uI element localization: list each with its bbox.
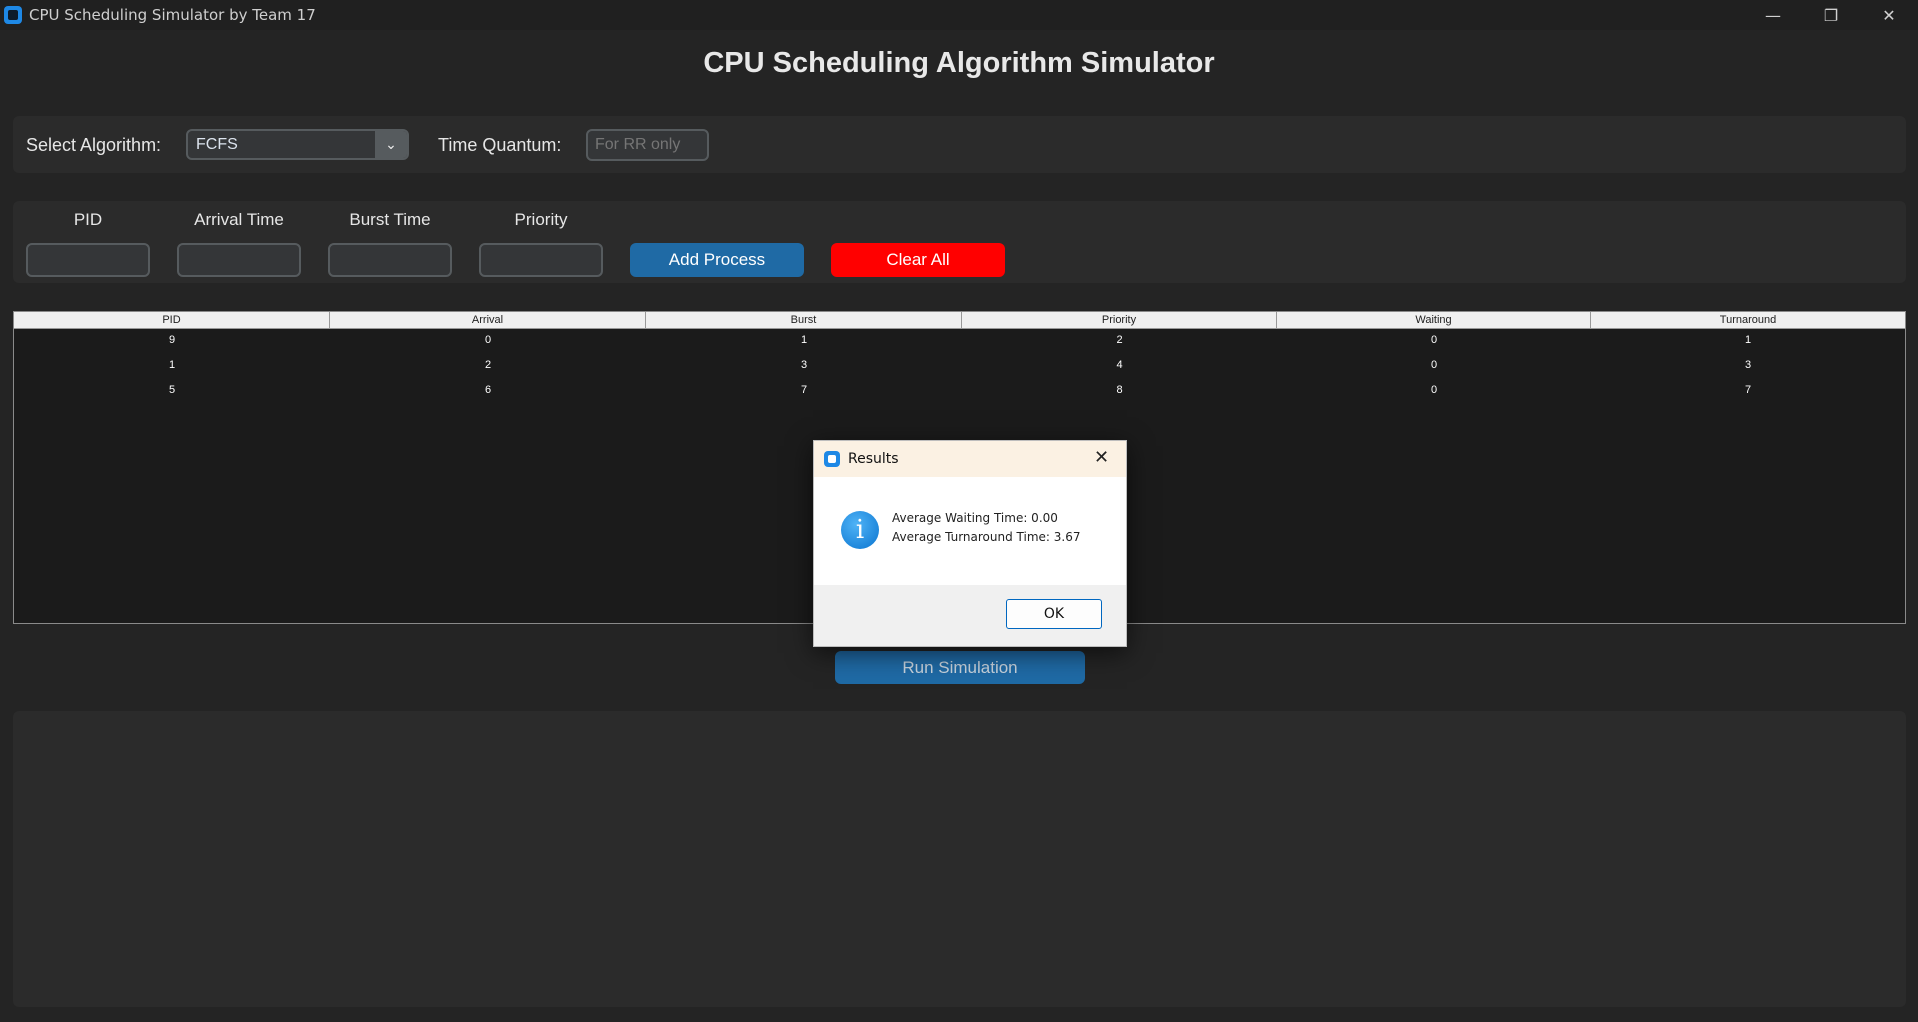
average-turnaround-time-text: Average Turnaround Time: 3.67 xyxy=(892,530,1081,544)
cell-arrival: 6 xyxy=(484,384,492,396)
arrival-time-label: Arrival Time xyxy=(194,210,284,229)
cell-turnaround: 1 xyxy=(1744,334,1752,346)
minimize-button[interactable]: — xyxy=(1744,0,1802,30)
cell-arrival: 2 xyxy=(484,359,492,371)
algorithm-select[interactable]: FCFS ⌄ xyxy=(186,129,409,160)
app-icon xyxy=(4,6,22,24)
cell-turnaround: 3 xyxy=(1744,359,1752,371)
maximize-button[interactable]: ❐ xyxy=(1802,0,1860,30)
column-header-burst[interactable]: Burst xyxy=(646,312,962,328)
cell-arrival: 0 xyxy=(484,334,492,346)
page-title: CPU Scheduling Algorithm Simulator xyxy=(703,47,1215,79)
add-process-button[interactable]: Add Process xyxy=(630,243,804,277)
time-quantum-input[interactable] xyxy=(586,129,709,161)
average-waiting-time-text: Average Waiting Time: 0.00 xyxy=(892,511,1058,525)
burst-time-input[interactable] xyxy=(328,243,452,277)
table-header: PID Arrival Burst Priority Waiting Turna… xyxy=(14,312,1905,329)
results-dialog: Results ✕ i Average Waiting Time: 0.00 A… xyxy=(813,440,1127,647)
cell-burst: 3 xyxy=(800,359,808,371)
cell-burst: 7 xyxy=(800,384,808,396)
cell-priority: 2 xyxy=(1116,334,1123,346)
arrival-time-input[interactable] xyxy=(177,243,301,277)
output-area xyxy=(13,711,1906,1007)
chevron-down-icon[interactable]: ⌄ xyxy=(375,131,407,158)
run-simulation-button[interactable]: Run Simulation xyxy=(835,651,1085,684)
column-header-priority[interactable]: Priority xyxy=(962,312,1277,328)
close-icon[interactable]: ✕ xyxy=(1094,447,1109,468)
app-icon xyxy=(824,451,840,467)
algorithm-select-value: FCFS xyxy=(196,136,238,153)
cell-burst: 1 xyxy=(800,334,808,346)
cell-priority: 8 xyxy=(1116,384,1123,396)
priority-input[interactable] xyxy=(479,243,603,277)
clear-all-button[interactable]: Clear All xyxy=(831,243,1005,277)
cell-pid: 9 xyxy=(168,334,176,346)
dialog-title-bar: Results ✕ xyxy=(814,441,1126,477)
cell-waiting: 0 xyxy=(1430,334,1438,346)
cell-priority: 4 xyxy=(1116,359,1123,371)
cell-turnaround: 7 xyxy=(1744,384,1752,396)
cell-waiting: 0 xyxy=(1430,384,1438,396)
ok-button[interactable]: OK xyxy=(1006,599,1102,629)
cell-pid: 1 xyxy=(168,359,176,371)
burst-time-label: Burst Time xyxy=(349,210,431,229)
cell-waiting: 0 xyxy=(1430,359,1438,371)
column-header-turnaround[interactable]: Turnaround xyxy=(1591,312,1905,328)
column-header-pid[interactable]: PID xyxy=(14,312,330,328)
close-window-button[interactable]: ✕ xyxy=(1860,0,1918,30)
algorithm-label: Select Algorithm: xyxy=(26,135,162,155)
dialog-title: Results xyxy=(848,451,899,467)
pid-label: PID xyxy=(73,210,103,229)
cell-pid: 5 xyxy=(168,384,176,396)
column-header-arrival[interactable]: Arrival xyxy=(330,312,646,328)
window-title: CPU Scheduling Simulator by Team 17 xyxy=(29,6,316,24)
info-icon: i xyxy=(841,511,879,549)
column-header-waiting[interactable]: Waiting xyxy=(1277,312,1591,328)
pid-input[interactable] xyxy=(26,243,150,277)
title-bar: CPU Scheduling Simulator by Team 17 — ❐ … xyxy=(0,0,1918,30)
priority-label: Priority xyxy=(514,210,568,229)
dialog-body: i Average Waiting Time: 0.00 Average Tur… xyxy=(814,477,1126,585)
time-quantum-label: Time Quantum: xyxy=(438,135,562,155)
